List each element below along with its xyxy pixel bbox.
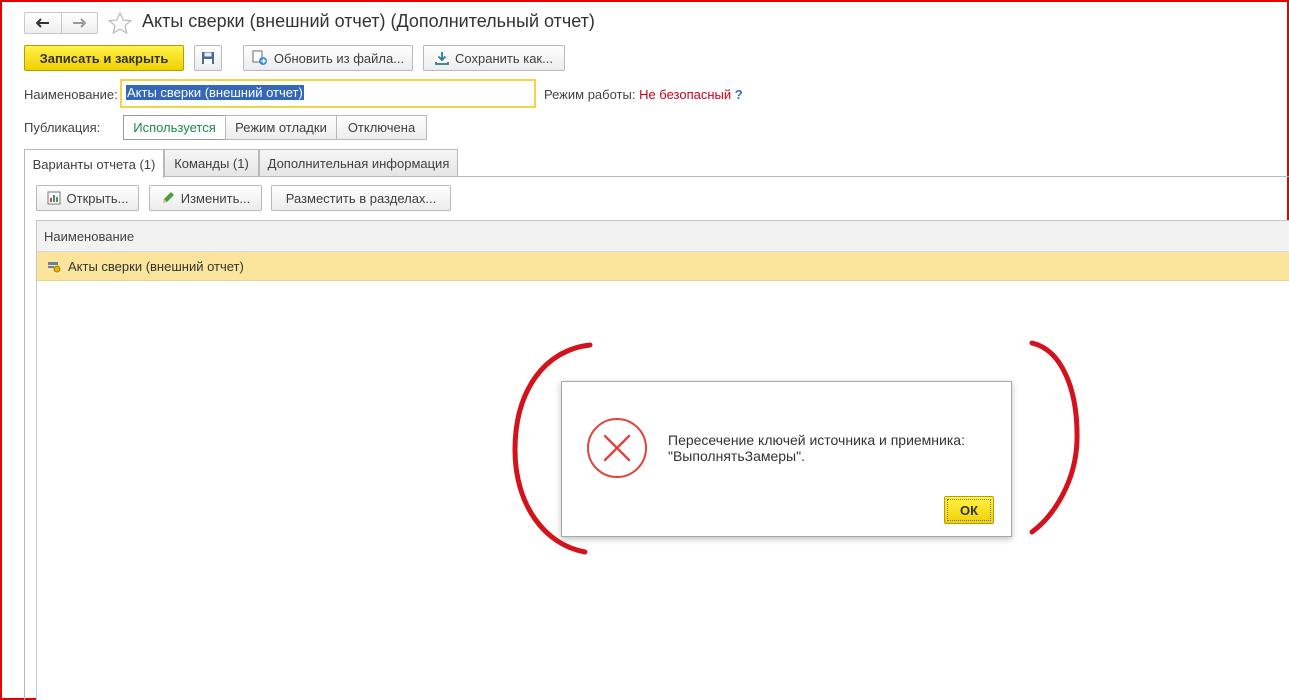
error-dialog: Пересечение ключей источника и приемника… <box>561 381 1012 537</box>
save-button[interactable] <box>194 45 222 71</box>
error-message-line2: "ВыполнятьЗамеры". <box>668 448 805 464</box>
tab-report-variants[interactable]: Варианты отчета (1) <box>24 149 164 178</box>
panel-border <box>24 176 25 700</box>
save-as-button[interactable]: Сохранить как... <box>423 45 565 71</box>
table-row[interactable]: Акты сверки (внешний отчет) <box>37 252 1289 281</box>
publication-label: Публикация: <box>24 120 101 135</box>
publication-option-debug[interactable]: Режим отладки <box>225 115 337 140</box>
favorite-star-icon[interactable] <box>107 11 133 37</box>
name-input[interactable]: Акты сверки (внешний отчет) <box>120 79 536 108</box>
pencil-icon <box>161 191 175 205</box>
open-button[interactable]: Открыть... <box>36 185 139 211</box>
ok-button[interactable]: ОК <box>944 496 994 524</box>
name-value: Акты сверки (внешний отчет) <box>126 85 304 100</box>
error-message-line1: Пересечение ключей источника и приемника… <box>668 432 965 448</box>
edit-label: Изменить... <box>180 190 251 206</box>
help-icon[interactable]: ? <box>735 87 743 102</box>
place-in-sections-button[interactable]: Разместить в разделах... <box>271 185 451 211</box>
mode-label: Режим работы: <box>544 87 636 102</box>
history-nav <box>24 12 98 34</box>
error-x-icon <box>586 417 648 482</box>
tab-additional-info[interactable]: Дополнительная информация <box>259 149 458 177</box>
mode-field: Режим работы: Не безопасный ? <box>544 87 743 102</box>
forward-button[interactable] <box>60 13 98 33</box>
tab-divider <box>164 176 1289 177</box>
table-header-name[interactable]: Наименование <box>37 221 1289 252</box>
save-as-label: Сохранить как... <box>455 50 553 66</box>
window-title: Акты сверки (внешний отчет) (Дополнитель… <box>142 11 595 31</box>
error-message: Пересечение ключей источника и приемника… <box>668 432 998 464</box>
report-chart-icon <box>47 191 61 205</box>
update-file-icon <box>252 50 268 66</box>
back-button[interactable] <box>25 13 61 33</box>
arrow-right-icon <box>73 18 87 28</box>
mode-value-link[interactable]: Не безопасный <box>639 87 731 102</box>
floppy-disk-icon <box>202 52 214 64</box>
open-label: Открыть... <box>66 190 129 206</box>
update-from-file-label: Обновить из файла... <box>273 50 405 66</box>
save-close-button[interactable]: Записать и закрыть <box>24 45 184 71</box>
report-variant-icon <box>47 259 61 273</box>
tab-commands[interactable]: Команды (1) <box>164 149 259 177</box>
publication-option-disabled[interactable]: Отключена <box>336 115 427 140</box>
edit-button[interactable]: Изменить... <box>149 185 262 211</box>
arrow-left-icon <box>35 18 49 28</box>
update-from-file-button[interactable]: Обновить из файла... <box>243 45 413 71</box>
publication-option-used[interactable]: Используется <box>123 115 226 140</box>
table-row-name: Акты сверки (внешний отчет) <box>68 258 244 274</box>
download-icon <box>435 51 449 65</box>
name-label: Наименование: <box>24 87 118 102</box>
